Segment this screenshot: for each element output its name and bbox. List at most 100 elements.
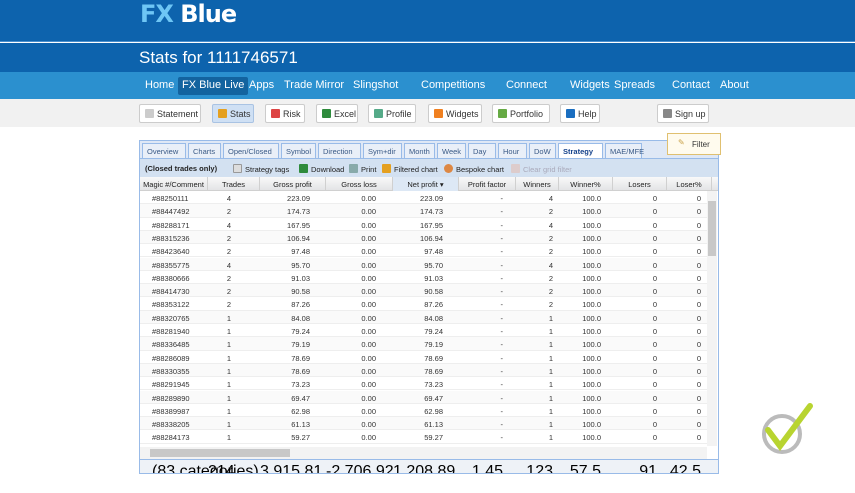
table-row[interactable]: #88338205 1 61.13 0.00 61.13 - 1 100.0 0 0 [140,417,707,431]
risk-button[interactable]: Risk [265,104,305,123]
profile-button[interactable]: Profile [368,104,416,123]
vertical-scrollbar[interactable] [707,191,717,446]
table-row[interactable]: #88330355 1 78.69 0.00 78.69 - 1 100.0 0 0 [140,363,707,378]
table-row[interactable]: #88250111 4 223.09 0.00 223.09 - 4 100.0 0 0 [140,191,707,205]
table-row[interactable]: #88281940 1 79.24 0.00 79.24 - 1 100.0 0 0 [140,324,707,338]
tab-maemfe[interactable]: MAE/MFE [605,143,644,158]
clear-grid-filter-button[interactable]: Clear grid filter [511,164,572,174]
nav-contact[interactable]: Contact [668,77,714,95]
nav-trade-mirror[interactable]: Trade Mirror [280,77,348,95]
fx-blue-logo[interactable]: FX Blue [140,0,237,28]
filtered-chart-button[interactable]: Filtered chart [382,164,438,174]
statement-button[interactable]: Statement [139,104,201,123]
main-nav: Home FX Blue Live Apps Trade Mirror Slingsho… [0,72,855,99]
table-row[interactable]: #88423640 2 97.48 0.00 97.48 - 2 100.0 0 0 [140,244,707,258]
cell-winners: 1 [548,406,553,416]
tab-overview[interactable]: Overview [142,143,186,158]
table-row[interactable]: #88284173 1 59.27 0.00 59.27 - 1 100.0 0 0 [140,430,707,444]
table-row[interactable]: #88336485 1 79.19 0.00 79.19 - 1 100.0 0 0 [140,337,707,351]
table-row[interactable]: #88414730 2 90.58 0.00 90.58 - 2 100.0 0 0 [140,284,707,298]
cell-net-profit: 61.13 [424,420,443,430]
excel-button[interactable]: Excel [316,104,358,123]
cell-gross-loss: 0.00 [361,353,376,363]
tab-charts[interactable]: Charts [188,143,221,158]
nav-about[interactable]: About [716,77,753,95]
column-header-winner-pct[interactable]: Winner% [559,177,613,191]
cell-loser-pct: 0 [696,393,701,403]
cell-winners: 1 [548,420,553,430]
table-row[interactable]: #88315236 2 106.94 0.00 106.94 - 2 100.0 0 0 [140,230,707,245]
table-row[interactable]: #88320765 1 84.08 0.00 84.08 - 1 100.0 0 0 [140,310,707,324]
filter-button[interactable]: ✎ Filter [667,133,721,155]
bespoke-chart-button[interactable]: Bespoke chart [444,164,504,174]
cell-loser-pct: 0 [696,433,701,443]
column-header-loser-pct[interactable]: Loser% [667,177,712,191]
strategy-tags-button[interactable]: Strategy tags [233,164,289,174]
cell-winners: 1 [548,353,553,363]
cell-net-profit: 87.26 [424,300,443,310]
vertical-scroll-thumb[interactable] [708,201,716,256]
cell-gross-profit: 79.24 [291,327,310,336]
table-row[interactable]: #88291945 1 73.23 0.00 73.23 - 1 100.0 0 0 [140,377,707,391]
table-row[interactable]: #88380666 2 91.03 0.00 91.03 - 2 100.0 0 0 [140,271,707,285]
cell-net-profit: 106.94 [420,233,443,243]
cell-gross-profit: 78.69 [291,366,310,376]
tab-week[interactable]: Week [437,143,466,158]
column-header-trades[interactable]: Trades [208,177,260,191]
tab-direction[interactable]: Direction [318,143,361,158]
tab-dow[interactable]: DoW [529,143,556,158]
nav-apps[interactable]: Apps [245,77,278,95]
table-row[interactable]: #88289890 1 69.47 0.00 69.47 - 1 100.0 0 0 [140,390,707,404]
nav-spreads[interactable]: Spreads [610,77,659,95]
table-row[interactable]: #88447492 2 174.73 0.00 174.73 - 2 100.0 0 0 [140,204,707,218]
portfolio-button[interactable]: Portfolio [492,104,550,123]
cell-trades: 1 [226,420,231,430]
tab-hour[interactable]: Hour [498,143,527,158]
table-row[interactable]: #88355775 4 95.70 0.00 95.70 - 4 100.0 0 0 [140,257,707,271]
cell-net-profit: 95.70 [424,260,443,270]
download-button[interactable]: Download [299,164,344,174]
tab-openclosed[interactable]: Open/Closed [223,143,279,158]
nav-widgets[interactable]: Widgets [566,77,614,95]
widgets-button[interactable]: Widgets [428,104,482,123]
cell-gross-profit: 87.26 [291,300,310,310]
horizontal-scrollbar[interactable] [140,447,707,459]
column-header-magic[interactable]: Magic #/Comment [140,177,208,191]
excel-icon [299,164,308,173]
cell-gross-profit: 59.27 [291,433,310,443]
column-header-gross-loss[interactable]: Gross loss [326,177,393,191]
nav-competitions[interactable]: Competitions [417,77,489,95]
cell-magic: #88330355 [152,366,190,376]
table-row[interactable]: #88353122 2 87.26 0.00 87.26 - 2 100.0 0 0 [140,297,707,311]
nav-connect[interactable]: Connect [502,77,551,95]
cell-profit-factor: - [500,393,504,403]
tab-strategy[interactable]: Strategy [558,143,603,158]
stats-button[interactable]: Stats [212,104,254,123]
table-row[interactable]: #88288171 4 167.95 0.00 167.95 - 4 100.0 0 0 [140,218,707,231]
tab-month[interactable]: Month [404,143,435,158]
column-header-gross-profit[interactable]: Gross profit [260,177,326,191]
cell-loser-pct: 0 [696,327,701,336]
grid-body: #88250111 4 223.09 0.00 223.09-4 100.0 0 0 #8844… [140,191,707,446]
cell-winner-pct: 100.0 [582,194,601,203]
tab-symdir[interactable]: Sym+dir [363,143,402,158]
nav-slingshot[interactable]: Slingshot [349,77,402,95]
closed-trades-note: (Closed trades only) [145,164,218,173]
table-row[interactable]: #88286089 1 78.69 0.00 78.69 - 1 100.0 0 0 [140,351,707,364]
chart-icon [382,164,391,173]
column-header-losers[interactable]: Losers [613,177,667,191]
sign-up-button[interactable]: Sign up [657,104,709,123]
cell-net-profit: 73.23 [424,380,443,390]
horizontal-scroll-thumb[interactable] [150,449,290,457]
cell-gross-loss: 0.00 [361,194,376,203]
help-button[interactable]: Help [560,104,600,123]
nav-fx-blue-live[interactable]: FX Blue Live [178,77,249,95]
column-header-profit-factor[interactable]: Profit factor [459,177,516,191]
column-header-winners[interactable]: Winners [516,177,559,191]
table-row[interactable]: #88389987 1 62.98 0.00 62.98 - 1 100.0 0 0 [140,404,707,418]
tab-day[interactable]: Day [468,143,496,158]
print-button[interactable]: Print [349,164,376,174]
column-header-net-profit[interactable]: Net profit ▾ [393,177,459,191]
tab-symbol[interactable]: Symbol [281,143,316,158]
nav-home[interactable]: Home [141,77,178,95]
